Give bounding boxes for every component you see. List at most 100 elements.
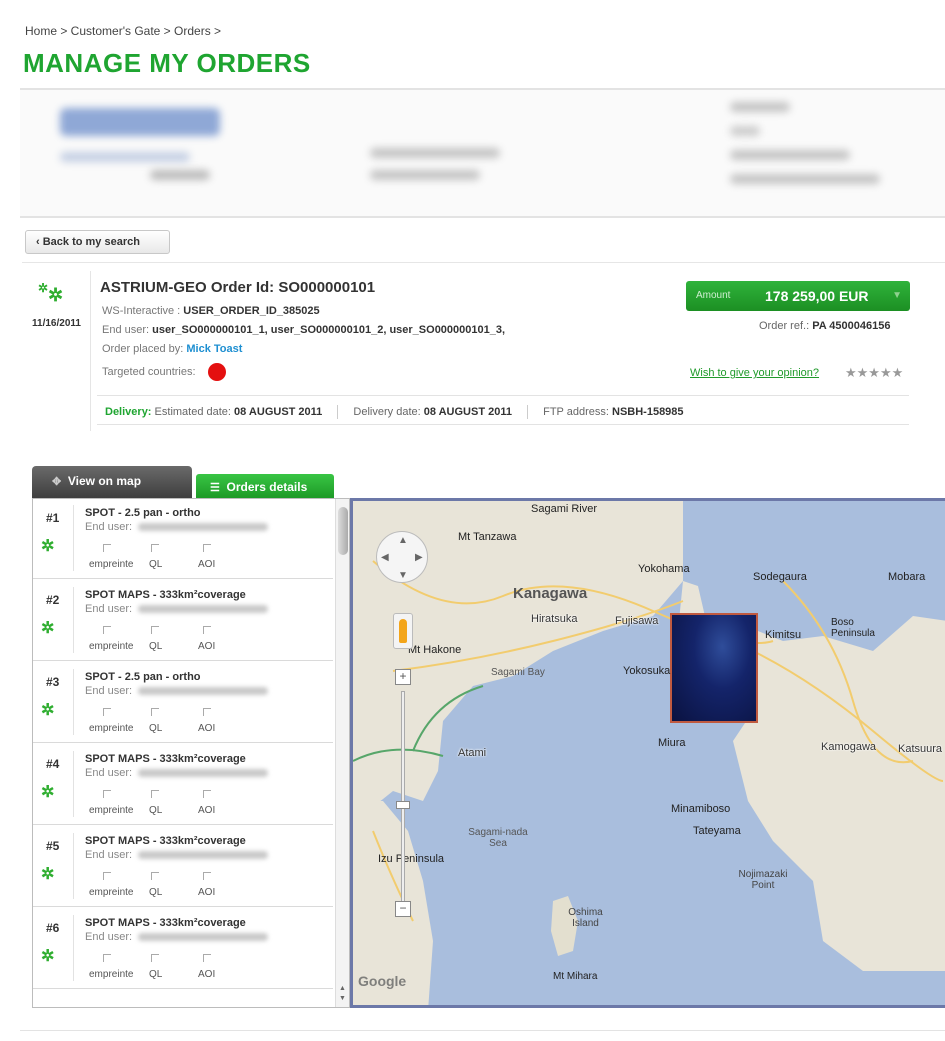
item-divider: [73, 833, 74, 899]
list-item[interactable]: #4 ✲ SPOT MAPS - 333km²coverage End user…: [33, 745, 333, 825]
amount-box[interactable]: Amount 178 259,00 EUR ▼: [686, 281, 910, 311]
checkbox-ql[interactable]: [151, 872, 159, 880]
gear-icon: ✲: [41, 784, 55, 801]
map-label-minamiboso: Minamiboso: [671, 803, 731, 815]
map-label-mt-tanzawa: Mt Tanzawa: [458, 531, 517, 543]
order-divider: [90, 271, 91, 431]
list-item[interactable]: #2 ✲ SPOT MAPS - 333km²coverage End user…: [33, 581, 333, 661]
item-title: SPOT MAPS - 333km²coverage: [85, 753, 246, 765]
item-end-user: End user:: [85, 931, 269, 943]
map-label-tateyama: Tateyama: [693, 825, 741, 837]
checkbox-aoi[interactable]: [203, 626, 211, 634]
item-end-user: End user:: [85, 849, 269, 861]
zoom-out-button[interactable]: −: [395, 901, 411, 917]
list-item[interactable]: #3 ✲ SPOT - 2.5 pan - ortho End user: em…: [33, 663, 333, 743]
map-view[interactable]: Sagami River Mt Tanzawa Yokohama Sodegau…: [350, 498, 945, 1008]
chevron-down-icon: ▼: [892, 290, 902, 301]
checkbox-ql[interactable]: [151, 954, 159, 962]
country-flag-icon: [207, 363, 226, 381]
rating-stars[interactable]: ★★★★★: [845, 365, 903, 381]
move-icon: ✥: [52, 476, 62, 488]
opinion-link[interactable]: Wish to give your opinion?: [690, 367, 819, 379]
checkbox-ql[interactable]: [151, 708, 159, 716]
footer-divider: [20, 1030, 945, 1031]
item-title: SPOT MAPS - 333km²coverage: [85, 589, 246, 601]
item-end-user: End user:: [85, 767, 269, 779]
checkbox-aoi[interactable]: [203, 954, 211, 962]
scroll-up-icon[interactable]: ▲: [339, 985, 346, 992]
map-label-izu-peninsula: Izu Peninsula: [378, 853, 445, 865]
checkbox-label: empreinte: [89, 641, 134, 652]
checkbox-empreinte[interactable]: [103, 872, 111, 880]
estimated-label: Estimated date:: [154, 405, 235, 418]
item-number: #3: [46, 675, 60, 689]
tab-details-label: Orders details: [226, 480, 308, 494]
item-end-user: End user:: [85, 685, 269, 697]
checkbox-ql[interactable]: [151, 544, 159, 552]
checkbox-label: empreinte: [89, 805, 134, 816]
list-item[interactable]: #1 ✲ SPOT - 2.5 pan - ortho End user: em…: [33, 499, 333, 579]
item-number: #6: [46, 921, 60, 935]
breadcrumb[interactable]: Home > Customer's Gate > Orders >: [25, 24, 221, 38]
order-ref-label: Order ref.:: [759, 320, 813, 332]
pan-right-icon[interactable]: ▶: [415, 552, 423, 563]
checkbox-label: QL: [149, 805, 163, 816]
item-title: SPOT MAPS - 333km²coverage: [85, 917, 246, 929]
map-label-atami: Atami: [458, 747, 487, 759]
map-label-kimitsu: Kimitsu: [765, 629, 802, 641]
street-view-pegman-icon[interactable]: [393, 613, 413, 649]
checkbox-aoi[interactable]: [203, 872, 211, 880]
checkbox-aoi[interactable]: [203, 544, 211, 552]
order-status-gear-icon: ✲: [38, 281, 49, 295]
item-end-user: End user:: [85, 521, 269, 533]
back-to-search-button[interactable]: ‹ Back to my search: [25, 230, 170, 254]
checkbox-label: QL: [149, 559, 163, 570]
placed-by-link[interactable]: Mick Toast: [186, 343, 242, 355]
list-item[interactable]: #6 ✲ SPOT MAPS - 333km²coverage End user…: [33, 909, 333, 989]
pan-up-icon[interactable]: ▲: [398, 535, 408, 546]
item-divider: [73, 669, 74, 735]
blurred-text: [138, 851, 269, 860]
list-item[interactable]: #5 ✲ SPOT MAPS - 333km²coverage End user…: [33, 827, 333, 907]
checkbox-empreinte[interactable]: [103, 954, 111, 962]
zoom-in-button[interactable]: +: [395, 669, 411, 685]
checkbox-aoi[interactable]: [203, 708, 211, 716]
checkbox-empreinte[interactable]: [103, 790, 111, 798]
end-user-label: End user:: [85, 931, 133, 943]
checkbox-ql[interactable]: [151, 626, 159, 634]
checkbox-empreinte[interactable]: [103, 708, 111, 716]
map-label-oshima-island: Oshima Island: [568, 907, 603, 929]
ftp-value: NSBH-158985: [612, 405, 684, 418]
satellite-footprint[interactable]: [670, 613, 758, 723]
separator: [527, 405, 529, 419]
ws-line: WS-Interactive : USER_ORDER_ID_385025: [102, 305, 320, 317]
item-divider: [73, 751, 74, 817]
checkbox-aoi[interactable]: [203, 790, 211, 798]
tab-view-on-map[interactable]: ✥ View on map: [32, 466, 192, 498]
scroll-down-icon[interactable]: ▼: [339, 995, 346, 1002]
list-scrollbar[interactable]: ▲ ▼: [335, 499, 349, 1007]
map-label-nojimazaki-point: Nojimazaki Point: [738, 869, 788, 891]
blurred-text: [138, 523, 269, 532]
order-items-list[interactable]: #1 ✲ SPOT - 2.5 pan - ortho End user: em…: [32, 498, 350, 1008]
checkbox-empreinte[interactable]: [103, 626, 111, 634]
pan-left-icon[interactable]: ◀: [381, 552, 389, 563]
estimated-value: 08 AUGUST 2011: [234, 405, 323, 418]
separator: [337, 405, 339, 419]
tab-orders-details[interactable]: ☰ Orders details: [196, 474, 334, 498]
checkbox-empreinte[interactable]: [103, 544, 111, 552]
chevron-left-icon: ‹: [36, 236, 43, 248]
pan-down-icon[interactable]: ▼: [398, 570, 408, 581]
ws-label: WS-Interactive :: [102, 305, 184, 317]
map-label-fujisawa: Fujisawa: [615, 615, 659, 627]
back-button-label: Back to my search: [42, 236, 140, 248]
map-pan-control[interactable]: ▲ ▼ ◀ ▶: [376, 531, 428, 583]
checkbox-label: AOI: [198, 723, 216, 734]
checkbox-label: QL: [149, 887, 163, 898]
map-label-hiratsuka: Hiratsuka: [531, 613, 578, 625]
map-label-mobara: Mobara: [888, 571, 926, 583]
zoom-slider-handle[interactable]: [396, 801, 410, 809]
gear-icon: ✲: [41, 866, 55, 883]
scrollbar-thumb[interactable]: [338, 507, 348, 555]
checkbox-ql[interactable]: [151, 790, 159, 798]
